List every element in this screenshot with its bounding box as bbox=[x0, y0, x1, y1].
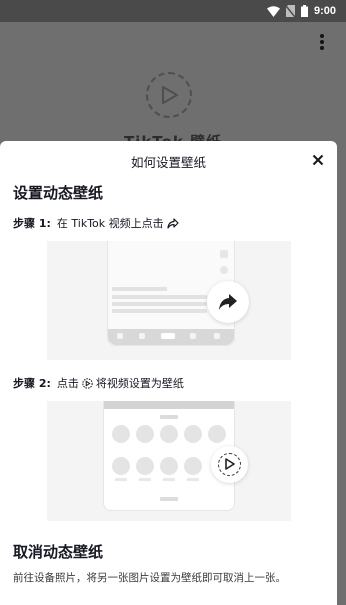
cancel-wallpaper-description: 前往设备照片，将另一张图片设置为壁纸即可取消上一张。 bbox=[13, 572, 286, 584]
no-sim-icon bbox=[285, 5, 295, 17]
step-2: 步骤 2: 点击 将视频设置为壁纸 bbox=[13, 375, 184, 391]
step-2-label: 步骤 2: bbox=[13, 377, 51, 390]
step-2-illustration bbox=[47, 401, 291, 521]
step-2-text-before: 点击 bbox=[56, 377, 79, 390]
mock-tab-bar bbox=[108, 329, 234, 345]
battery-icon bbox=[300, 5, 308, 17]
share-arrow-icon bbox=[167, 217, 179, 229]
play-circle-icon bbox=[82, 377, 93, 389]
status-bar: 9:00 bbox=[0, 0, 346, 22]
sheet-title: 如何设置壁纸 bbox=[130, 155, 206, 170]
close-icon[interactable] bbox=[311, 153, 325, 167]
status-time: 9:00 bbox=[313, 5, 336, 17]
wallpaper-help-sheet: 如何设置壁纸 设置动态壁纸 步骤 1: 在 TikTok 视频上点击 步骤 2:… bbox=[0, 141, 337, 605]
play-circle-icon[interactable] bbox=[146, 72, 192, 118]
status-icons: 9:00 bbox=[266, 4, 336, 18]
step-1-text: 在 TikTok 视频上点击 bbox=[56, 217, 164, 230]
step-1: 步骤 1: 在 TikTok 视频上点击 bbox=[13, 215, 182, 231]
step-2-text-after: 将视频设置为壁纸 bbox=[95, 377, 184, 390]
step-1-illustration bbox=[47, 241, 291, 360]
overlay-edge bbox=[337, 141, 346, 605]
play-button-illustration bbox=[211, 446, 248, 483]
app-screen: 9:00 TikTok 壁纸 如何设置壁纸 设置动态壁纸 步骤 1: 在 Tik… bbox=[0, 0, 346, 605]
sheet-header: 如何设置壁纸 bbox=[0, 141, 337, 179]
wifi-icon bbox=[266, 5, 280, 17]
more-vertical-icon[interactable] bbox=[318, 34, 326, 50]
cancel-wallpaper-heading: 取消动态壁纸 bbox=[13, 543, 104, 561]
share-button-illustration bbox=[207, 281, 249, 323]
step-1-label: 步骤 1: bbox=[13, 217, 51, 230]
live-wallpaper-heading: 设置动态壁纸 bbox=[13, 184, 104, 202]
